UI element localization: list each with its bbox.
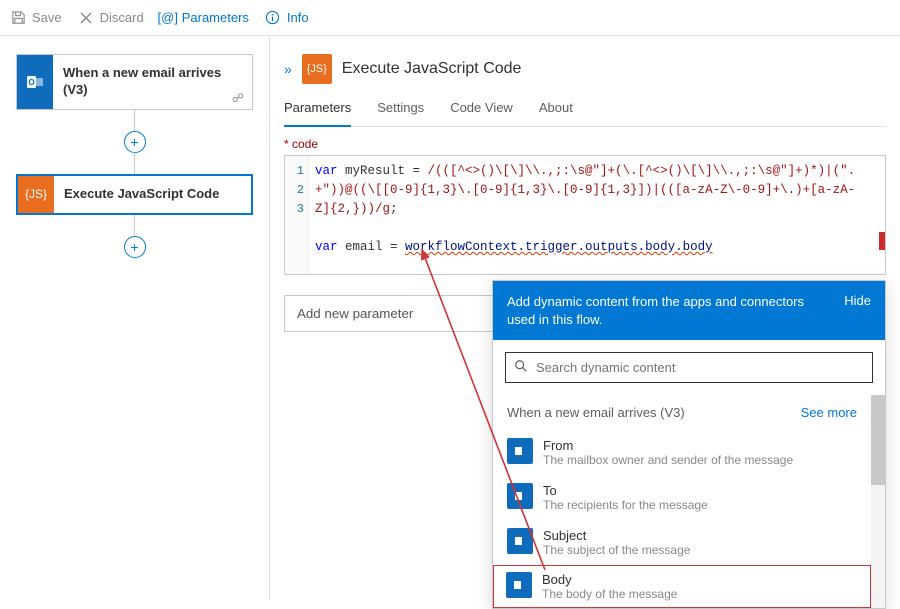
x-icon	[78, 10, 94, 26]
tab-parameters[interactable]: Parameters	[284, 92, 351, 127]
outlook-icon	[506, 572, 532, 598]
parameters-icon: [@]	[160, 10, 176, 26]
tab-about[interactable]: About	[539, 92, 573, 126]
outlook-icon	[507, 528, 533, 554]
connector-line	[134, 152, 135, 174]
see-more-link[interactable]: See more	[801, 405, 857, 420]
scrollbar-thumb[interactable]	[871, 395, 885, 485]
add-step-button[interactable]: +	[124, 236, 146, 258]
dynamic-item-body[interactable]: BodyThe body of the message	[493, 565, 871, 608]
info-label: Info	[287, 10, 309, 25]
tab-settings[interactable]: Settings	[377, 92, 424, 126]
panel-title: Execute JavaScript Code	[342, 60, 522, 78]
js-icon: {JS}	[18, 176, 54, 213]
collapse-icon[interactable]: »	[284, 61, 292, 77]
tab-code-view[interactable]: Code View	[450, 92, 513, 126]
info-icon	[265, 10, 281, 26]
dynamic-section-header: When a new email arrives (V3) See more	[493, 395, 871, 430]
code-editor[interactable]: 123 var myResult = /(([^<>()\[\]\\.,;:\s…	[284, 155, 886, 275]
action-card[interactable]: {JS} Execute JavaScript Code	[16, 174, 253, 215]
dynamic-content-prompt: Add dynamic content from the apps and co…	[507, 293, 834, 328]
dynamic-section-title: When a new email arrives (V3)	[507, 405, 685, 420]
dynamic-content-header: Add dynamic content from the apps and co…	[493, 281, 885, 340]
trigger-card[interactable]: O When a new email arrives (V3) ☍	[16, 54, 253, 110]
discard-button[interactable]: Discard	[78, 10, 144, 26]
dynamic-item-subject[interactable]: SubjectThe subject of the message	[493, 520, 871, 565]
parameters-button[interactable]: [@] Parameters	[160, 10, 249, 26]
save-button[interactable]: Save	[10, 10, 62, 26]
dynamic-item-from[interactable]: FromThe mailbox owner and sender of the …	[493, 430, 871, 475]
code-content[interactable]: var myResult = /(([^<>()\[\]\\.,;:\s@"]+…	[309, 156, 885, 263]
editor-gutter: 123	[285, 156, 309, 274]
action-title: Execute JavaScript Code	[54, 176, 251, 213]
dynamic-search[interactable]	[505, 352, 873, 383]
workflow-designer: O When a new email arrives (V3) ☍ + {JS}…	[0, 36, 270, 600]
link-icon: ☍	[232, 91, 244, 105]
discard-label: Discard	[100, 10, 144, 25]
info-button[interactable]: Info	[265, 10, 309, 26]
dynamic-item-to[interactable]: ToThe recipients for the message	[493, 475, 871, 520]
toolbar: Save Discard [@] Parameters Info	[0, 0, 900, 36]
connector-line	[134, 110, 135, 132]
search-icon	[514, 359, 528, 376]
tab-bar: Parameters Settings Code View About	[284, 92, 886, 127]
dynamic-search-input[interactable]	[536, 360, 864, 375]
js-icon: {JS}	[302, 54, 332, 84]
outlook-icon: O	[17, 55, 53, 109]
save-icon	[10, 10, 26, 26]
outlook-icon	[507, 483, 533, 509]
parameters-label: Parameters	[182, 10, 249, 25]
trigger-title: When a new email arrives (V3)	[53, 55, 252, 109]
add-step-button[interactable]: +	[124, 131, 146, 153]
cursor-marker	[879, 232, 885, 250]
svg-text:O: O	[28, 78, 34, 87]
add-parameter-label: Add new parameter	[297, 306, 413, 321]
connector-line	[134, 215, 135, 237]
save-label: Save	[32, 10, 62, 25]
outlook-icon	[507, 438, 533, 464]
dynamic-content-panel: Add dynamic content from the apps and co…	[492, 280, 886, 609]
code-field-label: * code	[284, 137, 886, 151]
hide-button[interactable]: Hide	[844, 293, 871, 308]
